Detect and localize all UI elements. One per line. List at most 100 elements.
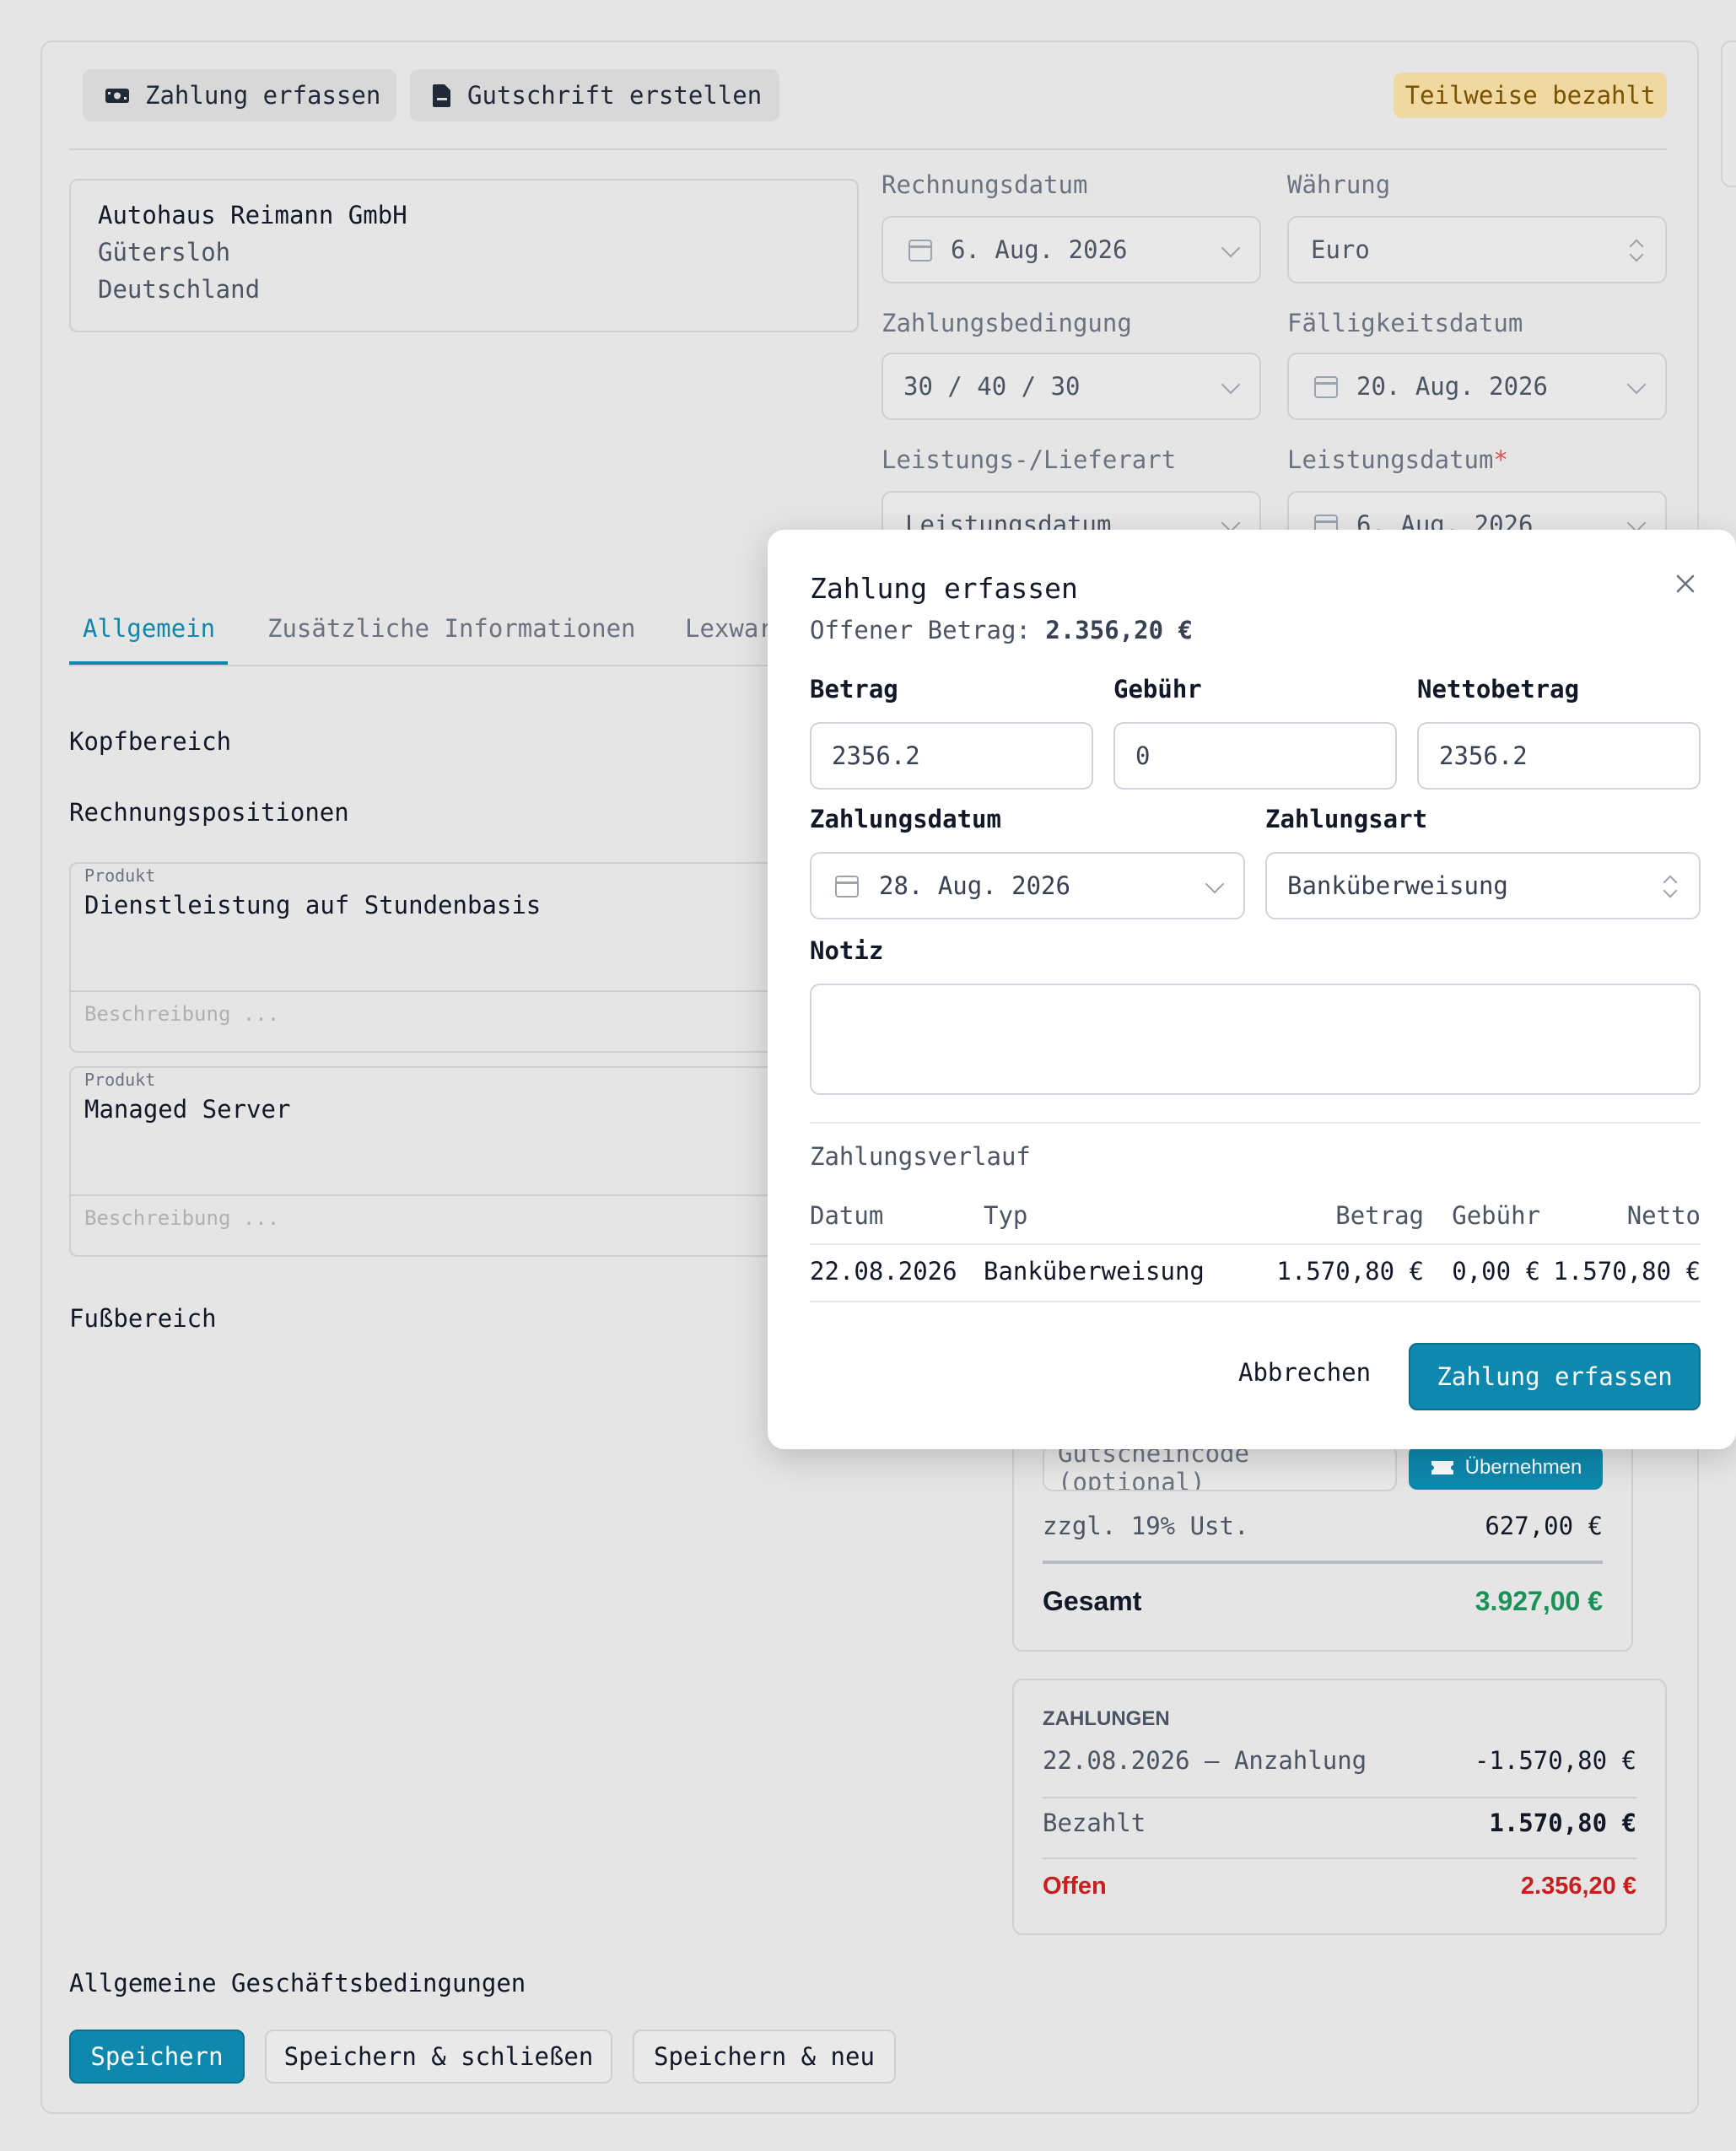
ticket-icon — [1431, 1461, 1453, 1474]
payment-method-select[interactable]: Banküberweisung — [1265, 852, 1701, 919]
document-icon — [433, 84, 450, 107]
total-value: 3.927,00 € — [1475, 1586, 1603, 1616]
description-input[interactable]: Beschreibung ... — [84, 1206, 279, 1230]
payment-entry-value: -1.570,80 € — [1474, 1746, 1636, 1775]
history-header-type: Typ — [984, 1201, 1028, 1230]
close-icon[interactable] — [1675, 574, 1696, 594]
section-terms-title: Allgemeine Geschäftsbedingungen — [69, 1969, 526, 1997]
amount-input[interactable]: 2356.2 — [810, 722, 1093, 790]
payment-terms-select[interactable]: 30 / 40 / 30 — [881, 353, 1261, 420]
open-label: Offen — [1043, 1873, 1107, 1900]
service-date-label-text: Leistungsdatum — [1287, 445, 1494, 474]
voucher-placeholder: Gutscheincode (optional) — [1058, 1444, 1249, 1491]
save-button[interactable]: Speichern — [69, 2030, 245, 2084]
payment-date-value: 28. Aug. 2026 — [879, 871, 1070, 900]
voucher-input[interactable]: Gutscheincode (optional) — [1043, 1444, 1397, 1491]
vat-value: 627,00 € — [1485, 1512, 1603, 1540]
due-date-field[interactable]: 20. Aug. 2026 — [1287, 353, 1667, 420]
position-divider — [71, 1194, 811, 1196]
chevron-down-icon — [1626, 375, 1647, 395]
history-header-divider — [810, 1243, 1701, 1245]
chevron-down-icon — [1221, 375, 1241, 395]
status-badge: Teilweise bezahlt — [1394, 73, 1667, 118]
totals-divider — [1043, 1561, 1603, 1564]
note-textarea[interactable] — [810, 984, 1701, 1095]
payment-terms-label: Zahlungsbedingung — [881, 309, 1132, 337]
history-header-net: Netto — [1626, 1201, 1701, 1230]
invoice-date-field[interactable]: 6. Aug. 2026 — [881, 216, 1261, 283]
paid-label: Bezahlt — [1043, 1809, 1146, 1837]
due-date-label: Fälligkeitsdatum — [1287, 309, 1523, 337]
net-amount-input[interactable]: 2356.2 — [1417, 722, 1701, 790]
payment-date-label: Zahlungsdatum — [810, 805, 1001, 833]
tabs-divider — [69, 665, 769, 666]
record-payment-button[interactable]: Zahlung erfassen — [83, 69, 396, 121]
payment-method-label: Zahlungsart — [1265, 805, 1428, 833]
required-mark: * — [1493, 445, 1508, 474]
position-divider — [71, 990, 811, 992]
vat-label: zzgl. 19% Ust. — [1043, 1512, 1249, 1540]
create-credit-label: Gutschrift erstellen — [467, 81, 763, 110]
open-value: 2.356,20 € — [1520, 1873, 1636, 1900]
invoice-date-label: Rechnungsdatum — [881, 170, 1088, 199]
calendar-icon — [1314, 376, 1338, 398]
fee-label: Gebühr — [1113, 675, 1202, 704]
section-header-title: Kopfbereich — [69, 727, 232, 756]
payment-method-value: Banküberweisung — [1287, 871, 1508, 900]
create-credit-button[interactable]: Gutschrift erstellen — [410, 69, 779, 121]
currency-select[interactable]: Euro — [1287, 216, 1667, 283]
currency-value: Euro — [1311, 235, 1370, 264]
payments-divider — [1043, 1857, 1636, 1859]
customer-name: Autohaus Reimann GmbH — [98, 201, 407, 229]
history-cell-fee: 0,00 € — [1452, 1257, 1540, 1286]
calendar-icon — [908, 240, 932, 261]
description-input[interactable]: Beschreibung ... — [84, 1002, 279, 1026]
service-date-label: Leistungsdatum* — [1287, 445, 1508, 474]
dialog-title: Zahlung erfassen — [810, 572, 1078, 605]
section-footer-title: Fußbereich — [69, 1304, 217, 1333]
submit-payment-button[interactable]: Zahlung erfassen — [1409, 1343, 1701, 1410]
payment-terms-value: 30 / 40 / 30 — [903, 372, 1081, 401]
product-label: Produkt — [84, 865, 156, 886]
history-cell-date: 22.08.2026 — [810, 1257, 957, 1286]
due-date-value: 20. Aug. 2026 — [1356, 372, 1548, 401]
tab-additional-info[interactable]: Zusätzliche Informationen — [267, 614, 636, 643]
payment-date-field[interactable]: 28. Aug. 2026 — [810, 852, 1245, 919]
apply-voucher-button[interactable]: Übernehmen — [1409, 1446, 1603, 1490]
product-input[interactable]: Dienstleistung auf Stundenbasis — [84, 891, 541, 919]
product-input[interactable]: Managed Server — [84, 1095, 290, 1124]
chevron-down-icon — [1221, 238, 1241, 258]
side-panel-edge — [1721, 40, 1736, 187]
amount-label: Betrag — [810, 675, 898, 704]
history-title: Zahlungsverlauf — [810, 1142, 1031, 1171]
product-label: Produkt — [84, 1070, 156, 1090]
net-amount-label: Nettobetrag — [1417, 675, 1580, 704]
history-cell-net: 1.570,80 € — [1553, 1257, 1701, 1286]
open-amount-label: Offener Betrag: — [810, 616, 1031, 644]
money-icon — [105, 89, 129, 103]
fee-input[interactable]: 0 — [1113, 722, 1397, 790]
history-header-date: Datum — [810, 1201, 884, 1230]
paid-value: 1.570,80 € — [1489, 1809, 1636, 1837]
save-close-button[interactable]: Speichern & schließen — [265, 2030, 612, 2084]
tab-general[interactable]: Allgemein — [83, 614, 215, 643]
open-amount: Offener Betrag: 2.356,20 € — [810, 616, 1193, 644]
dialog-divider — [810, 1122, 1701, 1124]
record-payment-label: Zahlung erfassen — [145, 81, 381, 110]
cancel-button[interactable]: Abbrechen — [1238, 1358, 1371, 1387]
total-label: Gesamt — [1043, 1586, 1142, 1616]
invoice-date-value: 6. Aug. 2026 — [951, 235, 1128, 264]
delivery-type-label: Leistungs-/Lieferart — [881, 445, 1177, 474]
payment-entry-label: 22.08.2026 — Anzahlung — [1043, 1746, 1367, 1775]
select-arrows-icon — [1630, 240, 1643, 265]
history-row-divider — [810, 1301, 1701, 1302]
open-amount-value: 2.356,20 € — [1045, 616, 1193, 644]
chevron-down-icon — [1205, 874, 1225, 894]
payments-title: ZAHLUNGEN — [1043, 1707, 1170, 1730]
history-header-fee: Gebühr — [1452, 1201, 1540, 1230]
customer-country: Deutschland — [98, 275, 261, 304]
save-new-button[interactable]: Speichern & neu — [633, 2030, 896, 2084]
record-payment-dialog: Zahlung erfassen Offener Betrag: 2.356,2… — [768, 530, 1736, 1449]
currency-label: Währung — [1287, 170, 1391, 199]
calendar-icon — [835, 876, 859, 898]
